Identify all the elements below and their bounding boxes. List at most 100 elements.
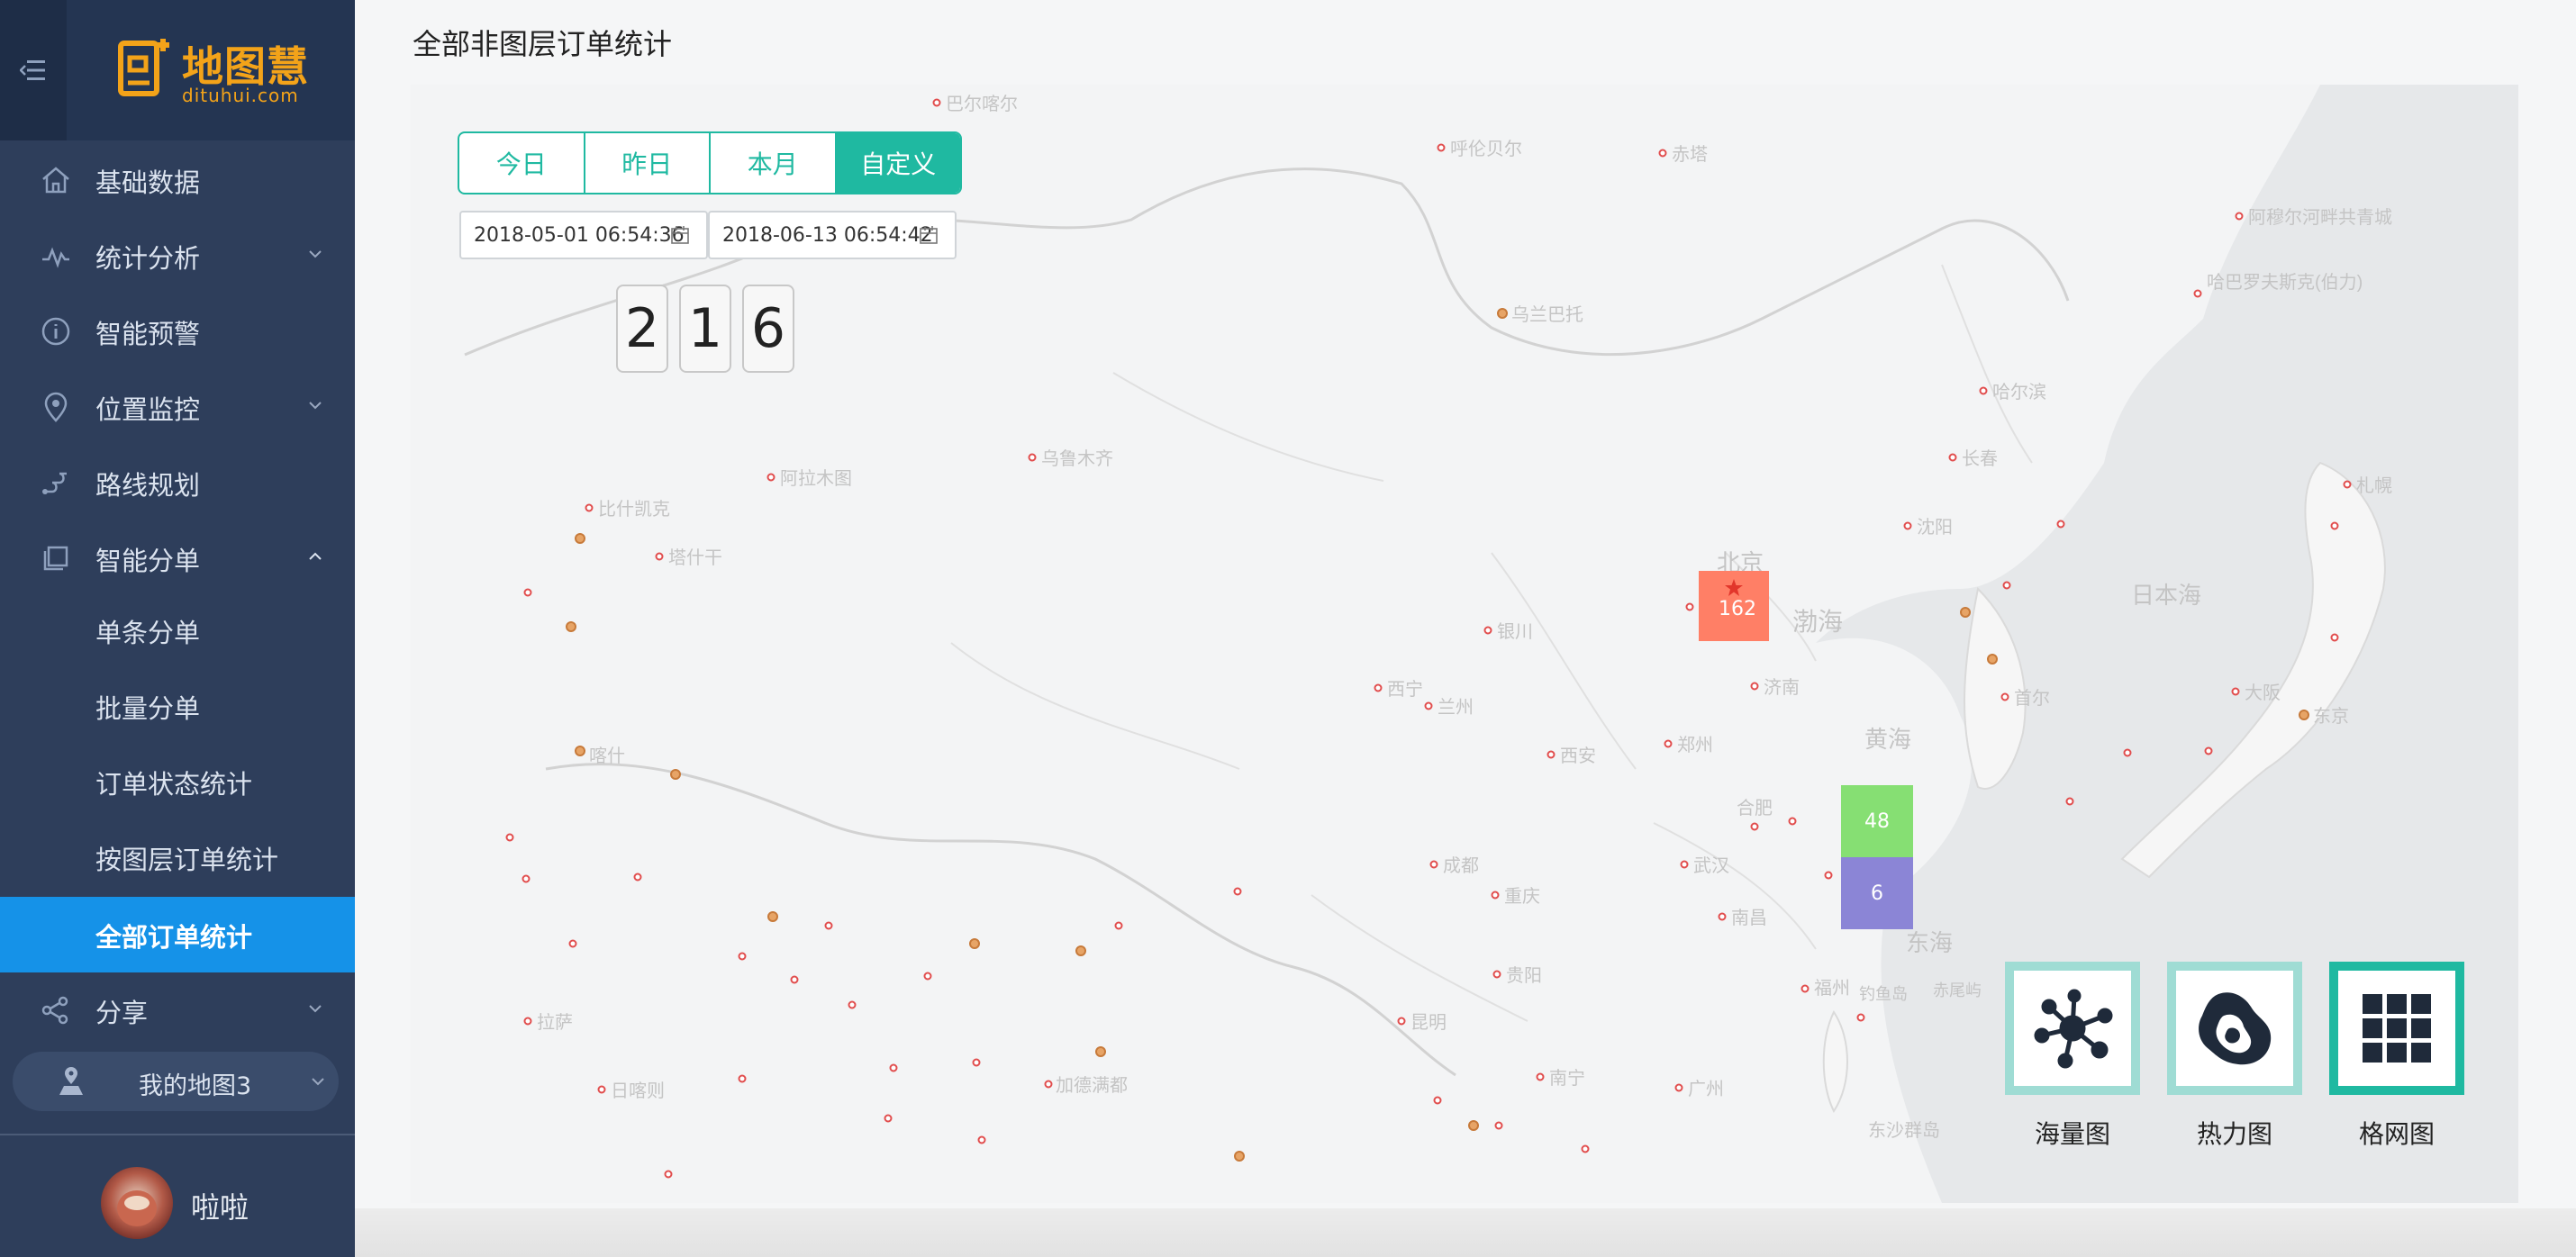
city-dot xyxy=(923,972,932,981)
city-dot xyxy=(1429,860,1438,869)
sidebar-subitem-label: 全部订单统计 xyxy=(95,922,253,953)
sidebar-item-location-monitor[interactable]: 位置监控 xyxy=(0,369,355,445)
map-label: 塔什干 xyxy=(668,547,722,568)
city-dot xyxy=(2343,480,2352,489)
sidebar: 地图慧 dituhui.com 基础数据 统计分析 智能预警 位置监控 路线规划… xyxy=(0,0,355,1257)
map-label: 武汉 xyxy=(1693,855,1729,876)
grid-cell-shanghai-north[interactable]: 48 xyxy=(1841,785,1913,857)
city-dot xyxy=(1424,701,1433,710)
sidebar-subitem-layer-order-stats[interactable]: 按图层订单统计 xyxy=(0,819,355,895)
city-dot xyxy=(1536,1072,1545,1081)
city-dot xyxy=(1491,891,1500,900)
map-label: 札幌 xyxy=(2356,475,2392,496)
sidebar-subitem-batch-dispatch[interactable]: 批量分单 xyxy=(0,668,355,744)
city-dot xyxy=(2204,746,2213,755)
grid-cell-count: 162 xyxy=(1719,598,1756,620)
map-label: 重庆 xyxy=(1504,886,1540,907)
capital-dot xyxy=(1234,1151,1245,1162)
grid-cell-count: 6 xyxy=(1871,882,1883,905)
tab-custom[interactable]: 自定义 xyxy=(836,133,960,193)
city-dot xyxy=(1437,143,1446,152)
map-label: 日喀则 xyxy=(611,1081,665,1101)
sidebar-subitem-order-status-stats[interactable]: 订单状态统计 xyxy=(0,744,355,819)
map-label: 首尔 xyxy=(2014,688,2050,709)
map-label: 大阪 xyxy=(2245,683,2281,703)
map-label: 日本海 xyxy=(2131,582,2201,609)
sidebar-item-smart-dispatch[interactable]: 智能分单 xyxy=(0,520,355,596)
sidebar-subitem-label: 单条分单 xyxy=(95,618,201,648)
brand-logo[interactable]: 地图慧 dituhui.com xyxy=(117,32,308,110)
city-dot xyxy=(977,1135,986,1144)
city-dot xyxy=(1547,750,1556,759)
city-dot xyxy=(1028,453,1037,462)
sidebar-item-label: 智能预警 xyxy=(95,319,201,349)
grid-view-button[interactable] xyxy=(2329,962,2464,1095)
my-map-selector[interactable]: 我的地图3 xyxy=(13,1052,339,1111)
sidebar-item-route-planning[interactable]: 路线规划 xyxy=(0,445,355,520)
city-dot xyxy=(1685,602,1694,611)
city-dot xyxy=(889,1063,898,1072)
city-dot xyxy=(2002,581,2011,590)
sidebar-header: 地图慧 dituhui.com xyxy=(0,0,355,140)
avatar[interactable] xyxy=(101,1167,173,1239)
heatmap-view-button[interactable] xyxy=(2167,962,2302,1095)
grid-cell-shanghai-south[interactable]: 6 xyxy=(1841,857,1913,929)
layers-icon xyxy=(43,546,68,571)
map-label: 福州 xyxy=(1814,978,1850,999)
sidebar-divider xyxy=(0,1134,355,1135)
sidebar-item-basic-data[interactable]: 基础数据 xyxy=(0,142,355,218)
calendar-icon[interactable] xyxy=(670,225,690,245)
city-dot xyxy=(1718,912,1727,921)
map-label: 东京 xyxy=(2313,706,2349,727)
city-dot xyxy=(1856,1013,1865,1022)
map-label: 南昌 xyxy=(1731,908,1767,928)
tab-yesterday[interactable]: 昨日 xyxy=(585,133,711,193)
capital-dot xyxy=(670,769,681,780)
city-dot xyxy=(738,1074,747,1083)
mass-points-view-button[interactable] xyxy=(2005,962,2140,1095)
city-dot xyxy=(523,1017,532,1026)
map-label: 长春 xyxy=(1962,448,1998,469)
city-dot xyxy=(2000,692,2009,701)
city-dot xyxy=(2330,633,2339,642)
city-dot xyxy=(932,98,941,107)
map-label: 钓鱼岛 xyxy=(1859,985,1908,1003)
collapse-menu-button[interactable] xyxy=(0,0,67,140)
page-footer xyxy=(355,1208,2576,1257)
capital-dot xyxy=(1497,308,1508,319)
map-label: 加德满都 xyxy=(1056,1075,1128,1096)
map-label: 哈巴罗夫斯克(伯力) xyxy=(2207,272,2363,293)
sidebar-item-label: 智能分单 xyxy=(95,546,201,576)
logo-mark-icon xyxy=(118,39,169,96)
map-label: 渤海 xyxy=(1792,608,1843,636)
city-dot xyxy=(2330,521,2339,530)
city-dot xyxy=(1664,739,1673,748)
sidebar-subitem-single-dispatch[interactable]: 单条分单 xyxy=(0,592,355,668)
city-dot xyxy=(1114,921,1123,930)
map-label: 合肥 xyxy=(1737,798,1773,818)
city-dot xyxy=(2235,212,2244,221)
calendar-icon[interactable] xyxy=(919,225,939,245)
grid-view-label: 格网图 xyxy=(2358,1119,2435,1149)
sidebar-item-share[interactable]: 分享 xyxy=(0,972,355,1048)
tab-this-month[interactable]: 本月 xyxy=(711,133,837,193)
city-dot xyxy=(664,1170,673,1179)
tab-today[interactable]: 今日 xyxy=(459,133,585,193)
capital-dot xyxy=(767,911,778,922)
map-label: 赤尾屿 xyxy=(1933,981,1982,999)
grid-cell-count: 48 xyxy=(1864,809,1890,833)
sidebar-item-smart-warning[interactable]: 智能预警 xyxy=(0,294,355,369)
map-label: 成都 xyxy=(1443,855,1479,876)
map-label: 呼伦贝尔 xyxy=(1450,139,1522,159)
city-dot xyxy=(2193,289,2202,298)
chevron-down-icon xyxy=(309,250,322,258)
city-dot xyxy=(1948,453,1957,462)
grid-cell-beijing[interactable]: 162 xyxy=(1699,571,1769,641)
city-dot xyxy=(1750,822,1759,831)
map-label: 阿穆尔河畔共青城 xyxy=(2248,207,2392,228)
trend-icon xyxy=(42,247,69,268)
city-dot xyxy=(766,473,776,482)
city-dot xyxy=(972,1058,981,1067)
sidebar-subitem-all-order-stats[interactable]: 全部订单统计 xyxy=(0,897,355,972)
sidebar-item-statistics[interactable]: 统计分析 xyxy=(0,218,355,294)
